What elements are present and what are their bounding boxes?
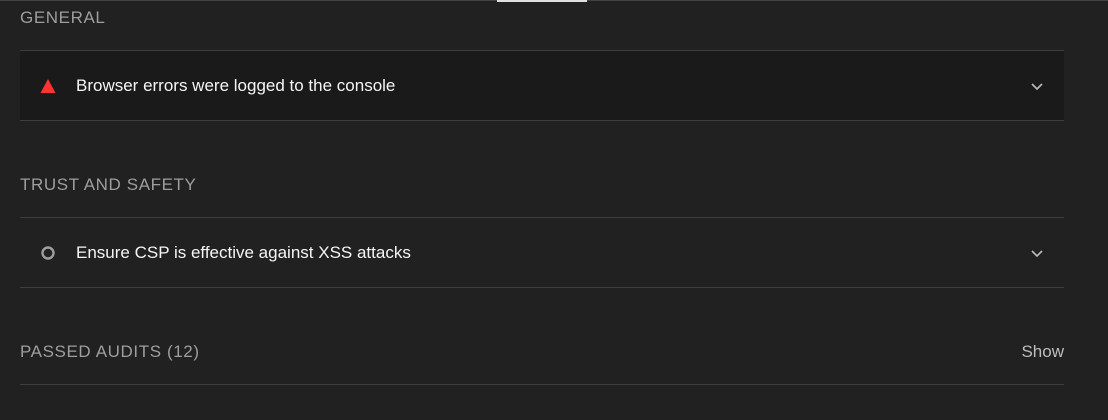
section-title-passed-audits[interactable]: PASSED AUDITS (12): [20, 342, 200, 362]
divider: [20, 120, 1064, 121]
active-tab-indicator: [497, 0, 587, 2]
audit-title: Ensure CSP is effective against XSS atta…: [76, 242, 411, 262]
audit-title: Browser errors were logged to the consol…: [76, 75, 396, 95]
section-title-general: GENERAL: [20, 8, 106, 27]
divider: [20, 287, 1064, 288]
audit-panel: GENERAL Browser errors were logged to th…: [0, 0, 1108, 420]
show-passed-audits-button[interactable]: Show: [1021, 342, 1064, 362]
circle-outline-icon: [40, 245, 56, 261]
chevron-down-icon[interactable]: [1030, 246, 1044, 260]
warning-triangle-icon: [40, 78, 56, 94]
section-title-trust-and-safety: TRUST AND SAFETY: [20, 175, 197, 194]
audit-row-csp-xss[interactable]: Ensure CSP is effective against XSS atta…: [20, 218, 1064, 287]
audit-row-console-errors[interactable]: Browser errors were logged to the consol…: [20, 51, 1064, 120]
divider: [20, 384, 1064, 385]
chevron-down-icon[interactable]: [1030, 79, 1044, 93]
